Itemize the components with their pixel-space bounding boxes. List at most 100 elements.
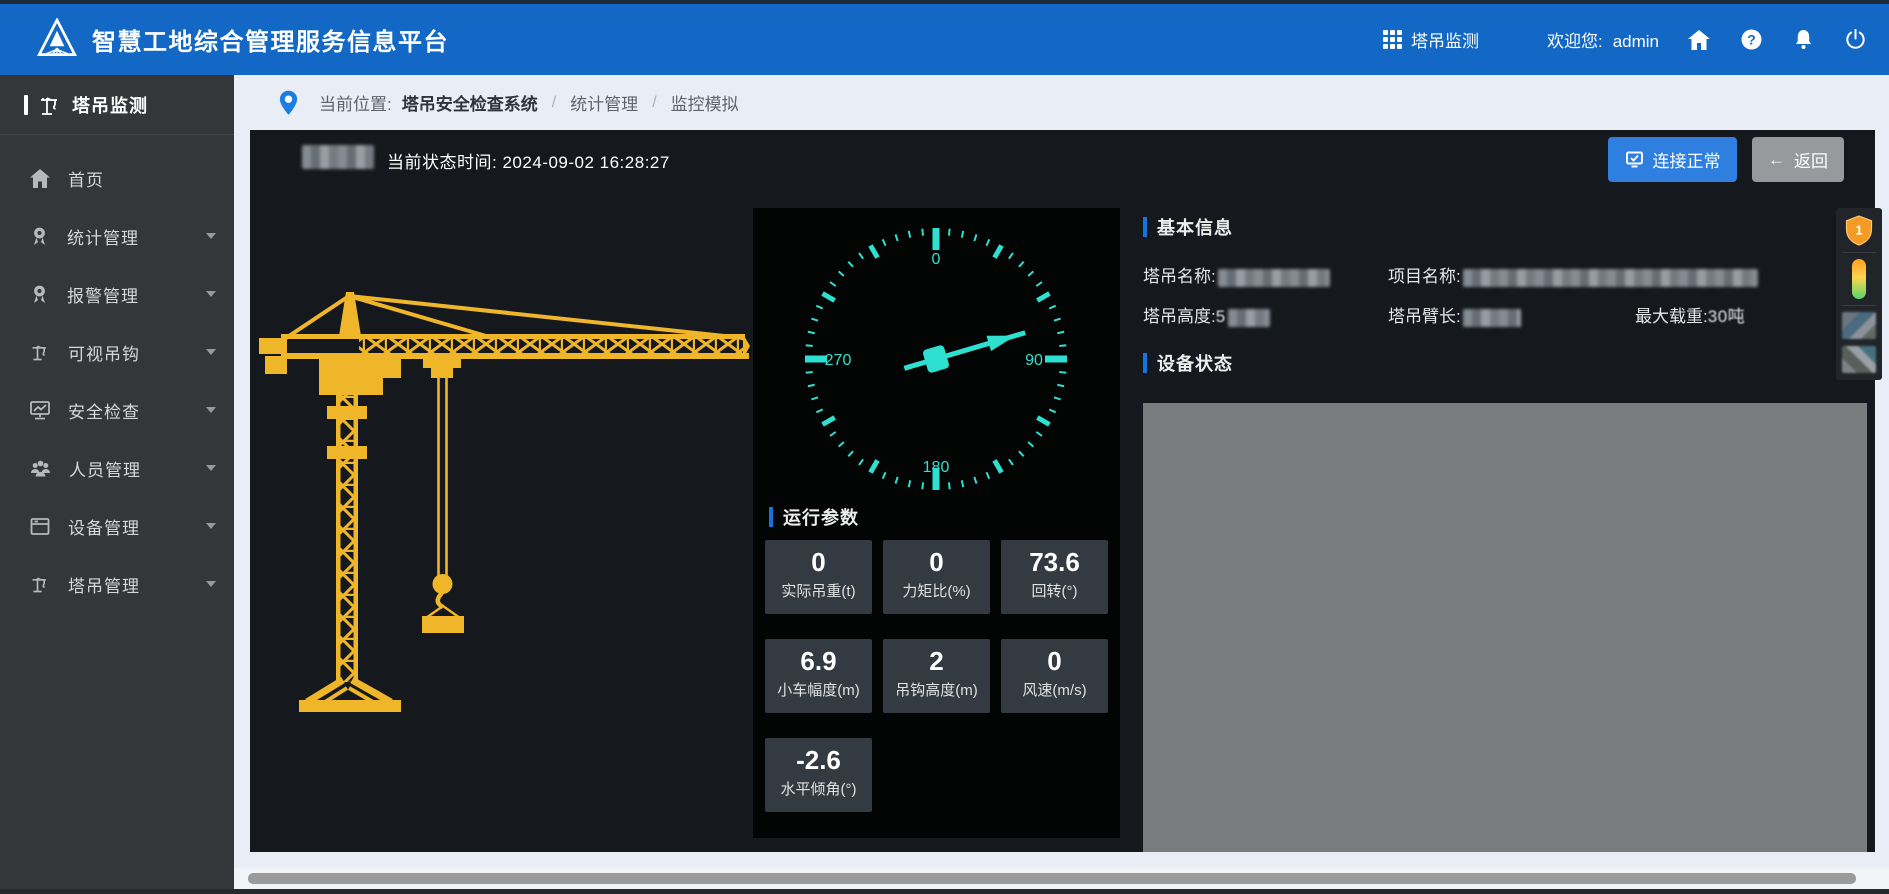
status-time: 当前状态时间: 2024-09-02 16:28:27 bbox=[387, 148, 670, 173]
sidebar-item-home[interactable]: 首页 bbox=[0, 149, 234, 207]
breadcrumb-statistics[interactable]: 统计管理 bbox=[570, 90, 638, 115]
shield-badge-count: 1 bbox=[1855, 223, 1862, 238]
gauge-params-panel: 0 90 180 270 运行参数 bbox=[753, 208, 1120, 838]
chevron-down-icon bbox=[206, 291, 216, 297]
param-card: 0力矩比(%) bbox=[883, 540, 990, 614]
device-status-video-placeholder bbox=[1143, 403, 1867, 852]
monitor-chart-icon bbox=[30, 401, 50, 420]
app-root: 智慧工地综合管理服务信息平台 塔吊监测 欢迎您:admin bbox=[0, 0, 1889, 894]
connection-status-button[interactable]: 连接正常 bbox=[1608, 137, 1737, 182]
app-header: 智慧工地综合管理服务信息平台 塔吊监测 欢迎您:admin bbox=[0, 4, 1889, 75]
section-accent-bar bbox=[769, 507, 773, 527]
info-field-crane-name: 塔吊名称: bbox=[1143, 262, 1330, 287]
sidebar-item-statistics[interactable]: 统计管理 bbox=[0, 207, 234, 265]
info-field-project-name: 项目名称: bbox=[1388, 262, 1758, 287]
chevron-down-icon bbox=[206, 581, 216, 587]
section-accent-bar bbox=[1143, 353, 1147, 373]
load-level-gradient-indicator bbox=[1852, 259, 1866, 299]
sidebar-item-personnel[interactable]: 人员管理 bbox=[0, 439, 234, 497]
people-icon bbox=[30, 459, 51, 478]
running-params-cards: 0实际吊重(t) 0力矩比(%) 73.6回转(°) 6.9小车幅度(m) 2吊… bbox=[765, 540, 1108, 812]
crane-icon bbox=[30, 574, 50, 594]
power-icon[interactable] bbox=[1843, 28, 1867, 52]
chevron-down-icon bbox=[206, 233, 216, 239]
help-icon[interactable]: ? bbox=[1739, 28, 1763, 52]
page-title: 智慧工地综合管理服务信息平台 bbox=[92, 22, 449, 57]
app-switcher[interactable]: 塔吊监测 bbox=[1383, 27, 1479, 52]
back-arrow-icon: ← bbox=[1768, 150, 1785, 170]
crane-icon bbox=[38, 93, 62, 117]
horizontal-scrollbar-thumb[interactable] bbox=[248, 873, 1856, 884]
param-card: 6.9小车幅度(m) bbox=[765, 639, 872, 713]
device-name-redacted bbox=[302, 145, 374, 169]
redacted-value bbox=[1463, 269, 1758, 287]
device-status-header: 设备状态 bbox=[1143, 350, 1233, 376]
param-card: 0风速(m/s) bbox=[1001, 639, 1108, 713]
sidebar-nav: 首页 统计管理 bbox=[0, 135, 234, 613]
horizontal-scrollbar-track[interactable] bbox=[234, 868, 1889, 889]
gauge-dial: 0 90 180 270 bbox=[791, 214, 1081, 504]
chevron-down-icon bbox=[206, 523, 216, 529]
username: admin bbox=[1613, 32, 1659, 51]
chevron-down-icon bbox=[206, 407, 216, 413]
breadcrumb-root: 塔吊安全检查系统 bbox=[402, 90, 538, 115]
section-accent-bar bbox=[1143, 217, 1147, 237]
info-field-crane-height: 塔吊高度:5 bbox=[1143, 302, 1270, 327]
alarm-shield-badge[interactable]: 1 bbox=[1845, 215, 1873, 246]
app-logo-icon bbox=[36, 18, 78, 62]
param-card: -2.6水平倾角(°) bbox=[765, 738, 872, 812]
redacted-value bbox=[1463, 309, 1521, 327]
redacted-value bbox=[1228, 309, 1270, 327]
gauge-label-west: 270 bbox=[825, 352, 852, 369]
breadcrumb-label: 当前位置: bbox=[319, 90, 392, 115]
widget-divider bbox=[1842, 305, 1876, 306]
sidebar-item-equipment[interactable]: 设备管理 bbox=[0, 497, 234, 555]
gauge-label-east: 90 bbox=[1025, 352, 1043, 369]
redacted-value bbox=[1218, 269, 1330, 287]
param-card: 73.6回转(°) bbox=[1001, 540, 1108, 614]
basic-info-header: 基本信息 bbox=[1143, 214, 1233, 240]
tower-crane-illustration bbox=[255, 288, 750, 720]
svg-text:?: ? bbox=[1747, 32, 1756, 48]
medal-icon bbox=[30, 226, 49, 246]
grid-menu-icon bbox=[1383, 30, 1402, 49]
widget-divider bbox=[1842, 252, 1876, 253]
monitor-check-icon bbox=[1625, 150, 1644, 169]
sidebar-header: 塔吊监测 bbox=[0, 75, 234, 135]
sidebar-title: 塔吊监测 bbox=[72, 92, 148, 118]
rotation-gauge: 0 90 180 270 bbox=[791, 214, 1081, 504]
sidebar-item-visual-hook[interactable]: 可视吊钩 bbox=[0, 323, 234, 381]
breadcrumb-monitor-sim[interactable]: 监控模拟 bbox=[671, 90, 739, 115]
floating-widget-column: 1 bbox=[1836, 208, 1882, 380]
running-params-header: 运行参数 bbox=[769, 504, 859, 530]
notifications-bell-icon[interactable] bbox=[1791, 28, 1815, 52]
crane-icon bbox=[30, 342, 50, 362]
location-pin-icon bbox=[278, 90, 299, 116]
app-switcher-label: 塔吊监测 bbox=[1411, 27, 1479, 52]
info-field-jib-length: 塔吊臂长: bbox=[1388, 302, 1521, 327]
breadcrumb: 当前位置: 塔吊安全检查系统 / 统计管理 / 监控模拟 bbox=[234, 75, 1889, 130]
sidebar: 塔吊监测 首页 统计管理 bbox=[0, 75, 234, 889]
sidebar-item-crane-management[interactable]: 塔吊管理 bbox=[0, 555, 234, 613]
gauge-label-south: 180 bbox=[923, 459, 950, 476]
status-time-value: 2024-09-02 16:28:27 bbox=[502, 153, 669, 172]
param-card: 2吊钩高度(m) bbox=[883, 639, 990, 713]
sidebar-item-alarms[interactable]: 报警管理 bbox=[0, 265, 234, 323]
home-icon[interactable] bbox=[1687, 28, 1711, 52]
camera-thumbnail[interactable] bbox=[1842, 346, 1876, 373]
camera-thumbnail[interactable] bbox=[1842, 312, 1876, 339]
chevron-down-icon bbox=[206, 465, 216, 471]
home-icon bbox=[30, 169, 50, 188]
medal-icon bbox=[30, 284, 49, 304]
gauge-label-north: 0 bbox=[932, 251, 941, 268]
sidebar-header-mark bbox=[24, 95, 28, 115]
welcome-text: 欢迎您:admin bbox=[1547, 27, 1659, 52]
device-box-icon bbox=[30, 517, 50, 536]
main-panel: 当前状态时间: 2024-09-02 16:28:27 连接正常 ← 返回 bbox=[250, 130, 1875, 852]
window-bottom-strip bbox=[0, 889, 1889, 894]
sidebar-item-safety-check[interactable]: 安全检查 bbox=[0, 381, 234, 439]
info-field-max-load: 最大载重:30吨 bbox=[1635, 302, 1745, 327]
gauge-needle bbox=[901, 321, 1029, 380]
back-button[interactable]: ← 返回 bbox=[1752, 137, 1844, 182]
chevron-down-icon bbox=[206, 349, 216, 355]
